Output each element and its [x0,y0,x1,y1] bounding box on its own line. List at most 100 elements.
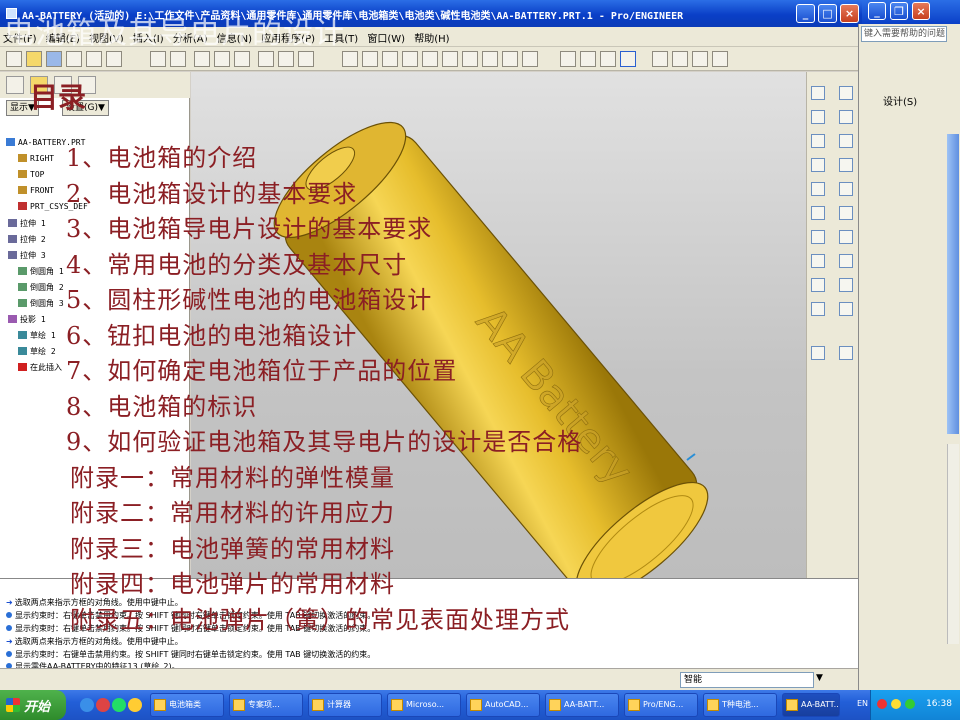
curve-tool-icon[interactable] [839,110,853,124]
pattern-tool-icon[interactable] [811,302,825,316]
bg-restore-button[interactable]: ❐ [890,2,908,20]
taskbar-button[interactable]: T种电池... [703,693,777,717]
reorient-icon[interactable] [462,51,478,67]
extrude-tool-icon[interactable] [811,254,825,268]
tree-item[interactable]: 拉伸 3 [8,250,46,261]
tree-item[interactable]: 投影 1 [8,314,46,325]
model-tree-tab[interactable] [6,76,24,94]
axis-tool-icon[interactable] [811,110,825,124]
analysis-tool-icon[interactable] [811,158,825,172]
tray-network-icon[interactable] [891,699,901,709]
maximize-button[interactable]: □ [818,4,837,23]
orient-icon[interactable] [382,51,398,67]
saved-views-icon[interactable] [482,51,498,67]
filter-chevron-down-icon[interactable]: ▼ [816,673,823,683]
tree-item[interactable]: 拉伸 2 [8,234,46,245]
tray-antivirus-icon[interactable] [877,699,887,709]
email-icon[interactable] [86,51,102,67]
ie-icon[interactable] [80,698,94,712]
paste-icon[interactable] [214,51,230,67]
blend-tool-icon[interactable] [839,278,853,292]
point-tool-icon[interactable] [811,134,825,148]
menu-window[interactable]: 窗口(W) [364,27,408,45]
select-box-icon[interactable] [298,51,314,67]
save-icon[interactable] [46,51,62,67]
taskbar-button[interactable]: AutoCAD... [466,693,540,717]
tree-item[interactable]: RIGHT [18,154,54,163]
layers-icon[interactable] [502,51,518,67]
shading-icon[interactable] [620,51,636,67]
taskbar-button[interactable]: Microso... [387,693,461,717]
tray-volume-icon[interactable] [905,699,915,709]
sweep-tool-icon[interactable] [811,278,825,292]
hole-tool-icon[interactable] [811,182,825,196]
vertical-scrollbar[interactable] [947,444,959,644]
new-file-icon[interactable] [6,51,22,67]
draft-tool-icon[interactable] [839,206,853,220]
bg-minimize-button[interactable]: _ [868,2,886,20]
datum-points-toggle-icon[interactable] [692,51,708,67]
design-button[interactable]: 设计(S) [883,94,917,112]
revolve-tool-icon[interactable] [839,254,853,268]
find-icon[interactable] [278,51,294,67]
language-indicator[interactable]: EN [857,699,868,708]
media-icon[interactable] [96,698,110,712]
redo-icon[interactable] [170,51,186,67]
email-link-icon[interactable] [106,51,122,67]
bg-close-button[interactable]: × [912,2,930,20]
tree-item[interactable]: 草绘 1 [18,330,56,341]
sketch-tool-icon[interactable] [811,86,825,100]
print-icon[interactable] [66,51,82,67]
menu-help[interactable]: 帮助(H) [411,27,452,45]
csys-tool-icon[interactable] [839,134,853,148]
taskbar-button[interactable]: AA-BATT... [782,693,840,717]
tree-item[interactable]: FRONT [18,186,54,195]
rib-tool-icon[interactable] [811,206,825,220]
zoom-out-icon[interactable] [422,51,438,67]
spin-center-icon[interactable] [362,51,378,67]
tree-item[interactable]: 倒圆角 2 [18,282,64,293]
datum-planes-toggle-icon[interactable] [652,51,668,67]
paste-special-icon[interactable] [234,51,250,67]
hidden-line-icon[interactable] [580,51,596,67]
taskbar-button[interactable]: Pro/ENG... [624,693,698,717]
tree-item[interactable]: 拉伸 1 [8,218,46,229]
repaint-icon[interactable] [342,51,358,67]
tree-item[interactable]: 倒圆角 3 [18,298,64,309]
no-hidden-icon[interactable] [600,51,616,67]
taskbar-button[interactable]: 专案项... [229,693,303,717]
undo-icon[interactable] [150,51,166,67]
refit-icon[interactable] [442,51,458,67]
quicklaunch-icon[interactable] [128,698,142,712]
taskbar-button[interactable]: 电池箱类 [150,693,224,717]
trim-tool-icon[interactable] [839,346,853,360]
merge-tool-icon[interactable] [811,346,825,360]
csys-toggle-icon[interactable] [712,51,728,67]
taskbar-button[interactable]: AA-BATT... [545,693,619,717]
round-tool-icon[interactable] [811,230,825,244]
view-manager-icon[interactable] [522,51,538,67]
regenerate-icon[interactable] [258,51,274,67]
copy-icon[interactable] [194,51,210,67]
tree-item[interactable]: TOP [18,170,44,179]
desktop-icon[interactable] [112,698,126,712]
zoom-in-icon[interactable] [402,51,418,67]
start-button[interactable]: 开始 [0,690,66,720]
plane-tool-icon[interactable] [839,86,853,100]
mirror-tool-icon[interactable] [839,302,853,316]
selection-filter-dropdown[interactable]: 智能 [680,672,814,688]
chamfer-tool-icon[interactable] [839,230,853,244]
open-folder-icon[interactable] [26,51,42,67]
tree-item[interactable]: 在此插入 [18,362,62,373]
help-question-input[interactable]: 键入需要帮助的问题 [861,26,947,42]
annotation-tool-icon[interactable] [839,158,853,172]
close-button[interactable]: × [840,4,859,23]
taskbar-button[interactable]: 计算器 [308,693,382,717]
minimize-button[interactable]: _ [796,4,815,23]
tree-item[interactable]: 草绘 2 [18,346,56,357]
shell-tool-icon[interactable] [839,182,853,196]
datum-axes-toggle-icon[interactable] [672,51,688,67]
background-window-title-bar[interactable]: _ ❐ × [862,0,960,24]
tree-item[interactable]: 倒圆角 1 [18,266,64,277]
wireframe-icon[interactable] [560,51,576,67]
